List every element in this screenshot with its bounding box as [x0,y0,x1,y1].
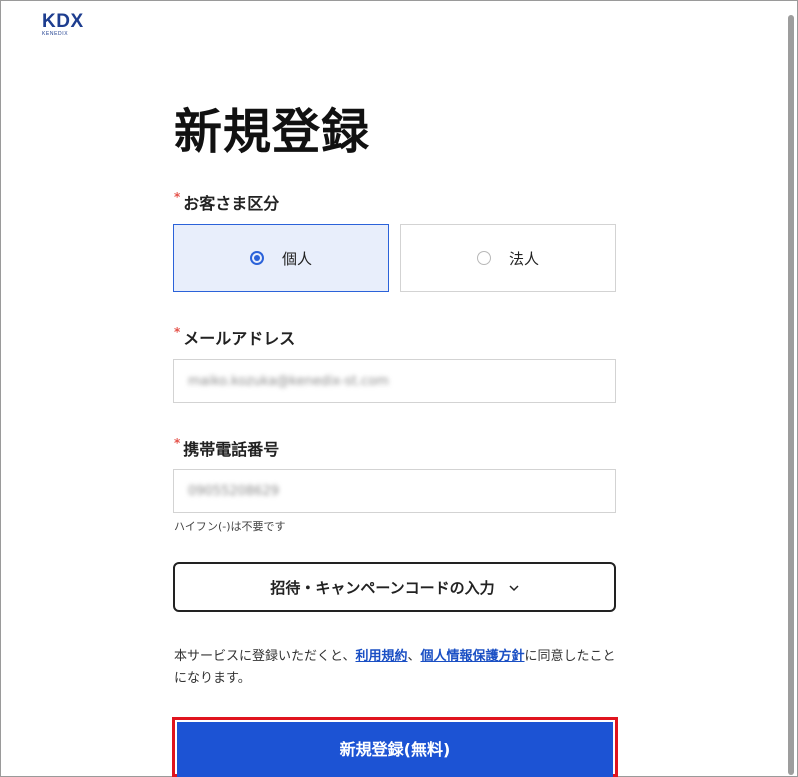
customer-type-label: * お客さま区分 [174,190,279,214]
email-value: maiko.kozuka@kenedix-st.com [188,373,389,389]
phone-field[interactable]: 09055208629 [173,469,616,513]
invite-code-label: 招待・キャンペーンコードの入力 [270,578,495,597]
email-field[interactable]: maiko.kozuka@kenedix-st.com [173,359,616,403]
phone-label: * 携帯電話番号 [174,436,279,460]
terms-prefix: 本サービスに登録いただくと、 [174,649,356,664]
phone-value: 09055208629 [188,483,279,499]
kdx-logo[interactable]: KDX KENEDIX [42,12,84,37]
radio-checked-icon [249,251,264,265]
email-label-text: メールアドレス [183,329,296,348]
radio-individual[interactable]: 個人 [173,224,389,292]
register-button[interactable]: 新規登録(無料) [177,722,613,777]
email-label: * メールアドレス [174,325,295,349]
required-mark: * [174,325,181,339]
invite-code-toggle[interactable]: 招待・キャンペーンコードの入力 [173,562,616,612]
customer-type-label-text: お客さま区分 [183,194,280,213]
radio-corporate-label: 法人 [508,249,539,268]
terms-of-use-link[interactable]: 利用規約 [355,649,407,664]
required-mark: * [174,436,181,450]
radio-unchecked-icon [476,251,491,265]
terms-notice: 本サービスに登録いただくと、利用規約、個人情報保護方針に同意したことになります。 [174,646,624,690]
terms-separator: 、 [407,649,421,664]
chevron-down-icon [509,578,519,596]
scrollbar[interactable] [785,1,797,775]
page-title: 新規登録 [174,104,371,160]
radio-individual-label: 個人 [281,249,312,268]
radio-corporate[interactable]: 法人 [400,224,616,292]
phone-hint: ハイフン(-)は不要です [174,520,286,533]
privacy-policy-link[interactable]: 個人情報保護方針 [421,649,525,664]
scrollbar-thumb[interactable] [788,15,794,775]
logo-text: KDX [42,11,84,32]
required-mark: * [174,190,181,204]
phone-label-text: 携帯電話番号 [183,440,280,459]
